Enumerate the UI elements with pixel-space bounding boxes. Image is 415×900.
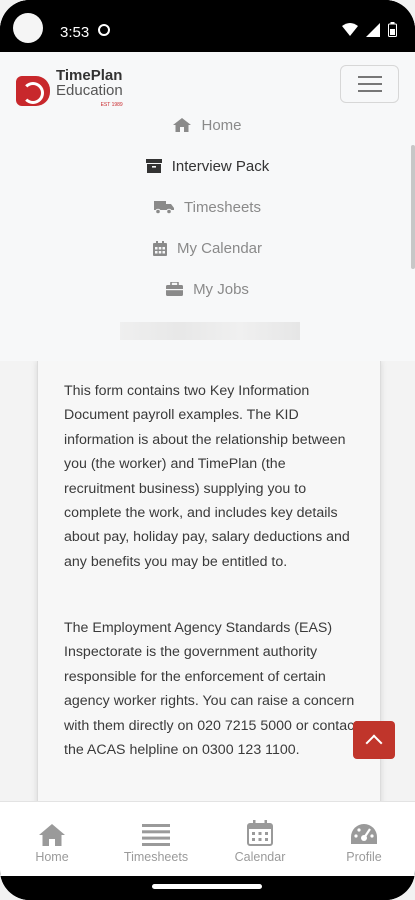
nav-item-label: Home (201, 116, 242, 134)
nav-item-label: My Calendar (176, 239, 263, 257)
logo-text: TimePlan Education EST 1989 (56, 68, 123, 113)
nav-item-interview-pack[interactable]: Interview Pack (0, 151, 415, 181)
hamburger-icon (357, 76, 382, 92)
screen: 3:53 TimePlan Education EST 1989 Home In… (0, 0, 415, 900)
box-icon (145, 159, 162, 173)
device-frame: 3:53 TimePlan Education EST 1989 Home In… (0, 0, 415, 900)
nav-item-my-calendar[interactable]: My Calendar (0, 233, 415, 263)
app-header: TimePlan Education EST 1989 (0, 52, 415, 114)
status-time: 3:53 (60, 24, 90, 41)
nav-scrollbar[interactable] (411, 145, 415, 269)
signal-icon (366, 22, 380, 37)
nav-item-label: Interview Pack (171, 157, 270, 175)
truck-icon (154, 201, 174, 214)
tab-profile[interactable]: Profile (319, 818, 409, 864)
logo-line1: TimePlan (56, 67, 123, 84)
nav-item-label: Timesheets (184, 198, 261, 216)
info-paragraph-eas: The Employment Agency Standards (EAS) In… (64, 620, 359, 759)
timeplan-logo[interactable]: TimePlan Education EST 1989 (16, 68, 123, 113)
logo-mark-icon (16, 75, 50, 106)
status-icons (342, 22, 397, 37)
nav-item-label: My Jobs (193, 280, 249, 298)
wifi-icon (342, 22, 358, 36)
tab-label: Timesheets (123, 850, 189, 864)
info-card: This form contains two Key Information D… (37, 361, 381, 801)
home-icon (173, 118, 192, 132)
nav-item-home[interactable]: Home (0, 110, 415, 140)
tab-label: Home (35, 850, 69, 864)
menu-toggle-button[interactable] (340, 65, 399, 103)
nav-item-my-jobs[interactable]: My Jobs (0, 274, 415, 304)
scroll-to-top-button[interactable] (353, 721, 395, 759)
nav-item-timesheets[interactable]: Timesheets (0, 192, 415, 222)
tab-timesheets[interactable]: Timesheets (111, 818, 201, 864)
bottom-tab-bar: Home Timesheets Calendar Profile (0, 801, 415, 877)
tab-label: Calendar (234, 850, 286, 864)
briefcase-icon (166, 282, 184, 296)
redacted-nav-item (120, 322, 300, 340)
tab-home[interactable]: Home (7, 818, 97, 864)
calendar-icon (247, 820, 273, 846)
battery-icon (388, 22, 397, 37)
tab-calendar[interactable]: Calendar (215, 818, 305, 864)
list-icon (142, 824, 170, 846)
home-icon (39, 824, 65, 846)
tab-label: Profile (346, 850, 382, 864)
dashboard-icon (351, 824, 377, 844)
info-paragraph-kid: This form contains two Key Information D… (64, 383, 350, 570)
chevron-up-icon (365, 734, 383, 751)
logo-line2: Education (56, 82, 123, 99)
globe-icon (98, 24, 110, 36)
home-gesture-bar[interactable] (152, 884, 262, 889)
calendar-icon (152, 240, 167, 256)
camera-cutout (13, 13, 43, 43)
